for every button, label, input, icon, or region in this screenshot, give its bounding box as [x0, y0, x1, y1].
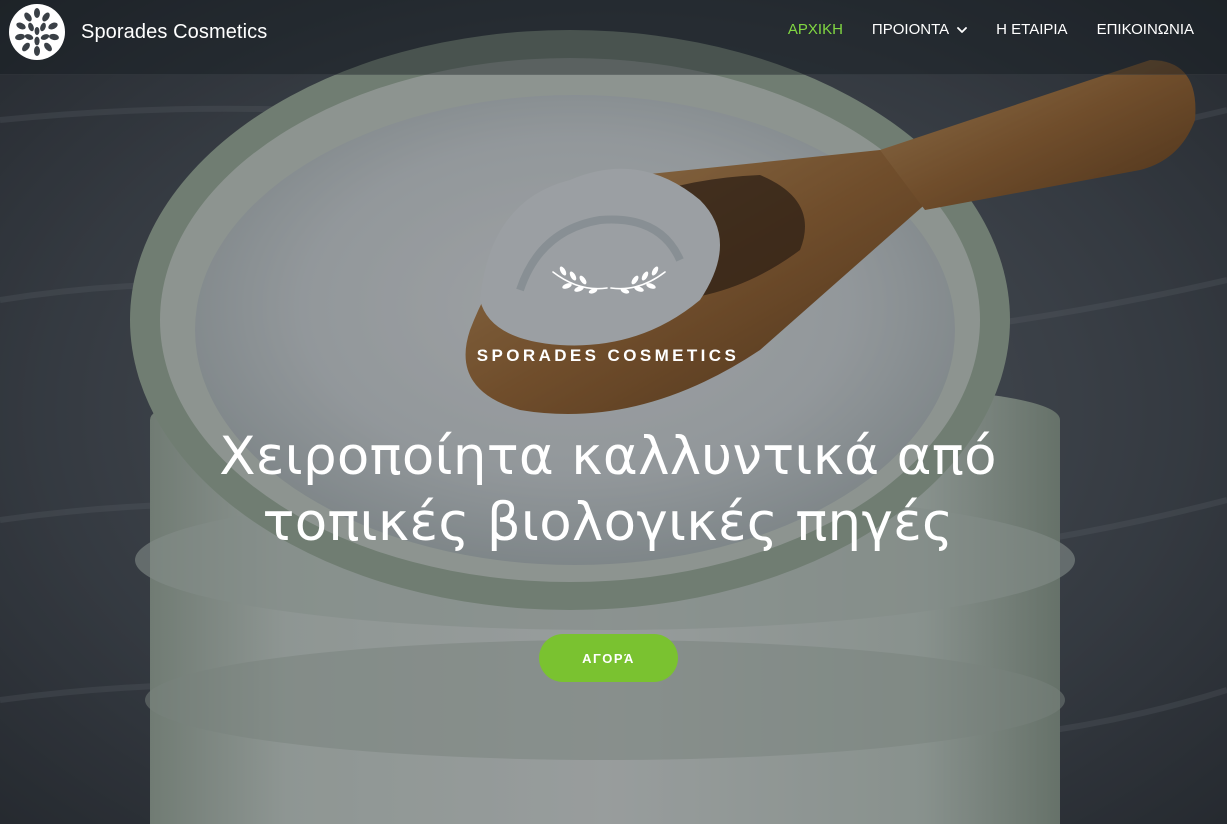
menu-item-home: ΑΡΧΙΚΗ	[788, 19, 843, 41]
hero-headline-line1: Χειροποίητα καλλυντικά από	[219, 426, 997, 487]
brand-name: Sporades Cosmetics	[81, 20, 268, 43]
menu-link-company[interactable]: Η ΕΤΑΙΡΙΑ	[996, 19, 1067, 41]
main-menu: ΑΡΧΙΚΗ ΠΡΟΙΟΝΤΑ Η ΕΤΑΙΡΙΑ ΕΠΙΚΟΙΝΩΝΙΑ	[759, 19, 1194, 41]
site-header: Sporades Cosmetics ΑΡΧΙΚΗ ΠΡΟΙΟΝΤΑ Η ΕΤΑ…	[0, 0, 1227, 75]
menu-item-company: Η ΕΤΑΙΡΙΑ	[996, 19, 1067, 41]
leaf-circle-logo-icon	[9, 4, 65, 60]
menu-item-contact: ΕΠΙΚΟΙΝΩΝΙΑ	[1097, 19, 1194, 41]
menu-link-contact[interactable]: ΕΠΙΚΟΙΝΩΝΙΑ	[1097, 19, 1194, 41]
chevron-down-icon	[957, 27, 968, 33]
menu-link-products[interactable]: ΠΡΟΙΟΝΤΑ	[871, 19, 968, 41]
menu-item-products: ΠΡΟΙΟΝΤΑ	[871, 19, 968, 41]
hero-content: SPORADES COSMETICS Χειροποίητα καλλυντικ…	[0, 0, 1227, 824]
menu-link-products-label: ΠΡΟΙΟΝΤΑ	[871, 21, 950, 38]
hero-headline: Χειροποίητα καλλυντικά από τοπικές βιολο…	[0, 424, 1216, 556]
hero-headline-line2: τοπικές βιολογικές πηγές	[262, 492, 954, 553]
hero-tagline: SPORADES COSMETICS	[476, 346, 740, 365]
laurel-branch-icon	[552, 266, 666, 294]
hero-section: Sporades Cosmetics ΑΡΧΙΚΗ ΠΡΟΙΟΝΤΑ Η ΕΤΑ…	[0, 0, 1227, 824]
brand-link[interactable]: Sporades Cosmetics	[8, 2, 267, 62]
shop-button[interactable]: ΑΓΟΡΆ	[539, 634, 678, 682]
menu-link-home[interactable]: ΑΡΧΙΚΗ	[788, 19, 843, 41]
